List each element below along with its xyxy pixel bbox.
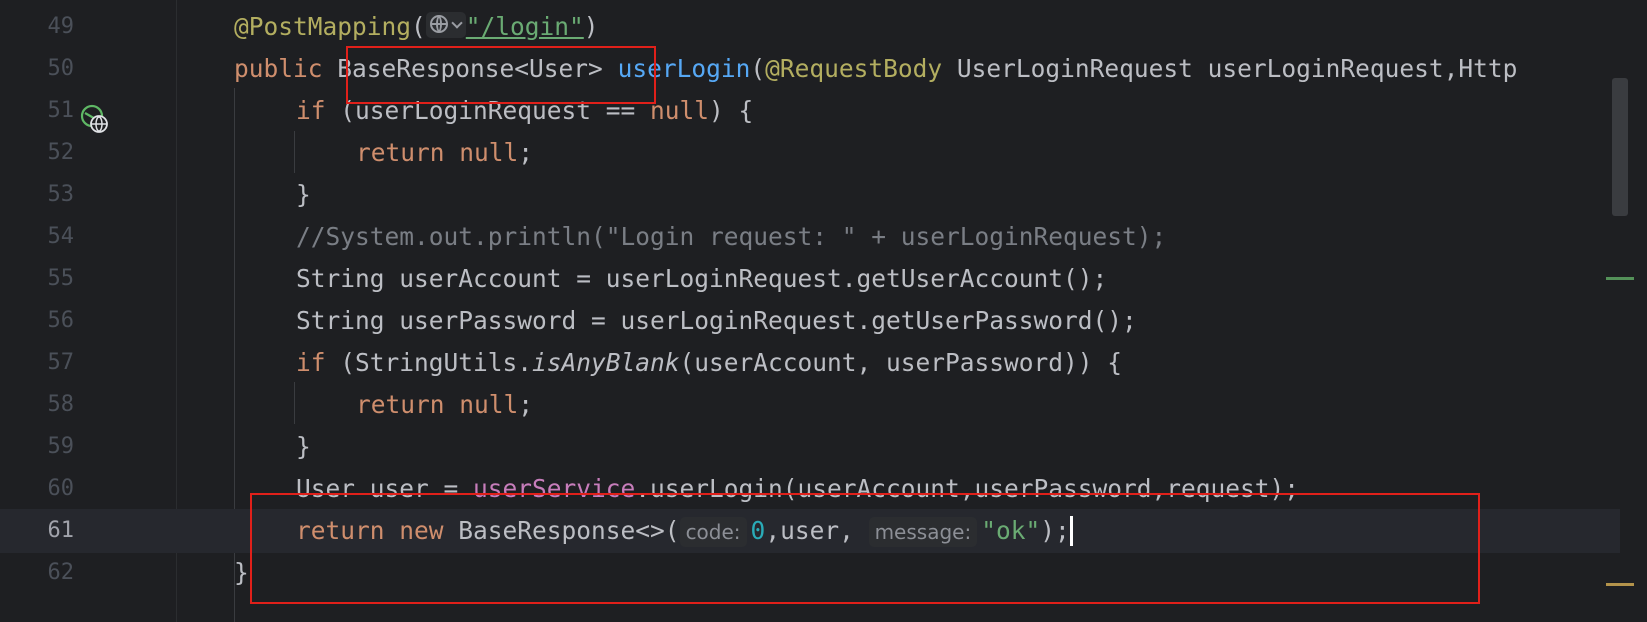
line-number: 49 — [47, 14, 75, 39]
line-number: 56 — [47, 308, 75, 333]
code-text[interactable]: public BaseResponse<User> userLogin(@Req… — [234, 54, 1517, 84]
method-name: userLogin — [617, 54, 751, 83]
code-line[interactable]: 53 } — [0, 173, 1620, 217]
code-text[interactable]: } — [296, 432, 311, 462]
code-comment[interactable]: //System.out.println("Login request: " +… — [296, 222, 1166, 252]
code-line[interactable]: 54 //System.out.println("Login request: … — [0, 215, 1620, 259]
globe-icon[interactable] — [425, 12, 466, 38]
current-code-line[interactable]: 61 return new BaseResponse<>(code: 0,user… — [0, 509, 1620, 553]
vertical-scrollbar[interactable] — [1612, 78, 1628, 216]
code-line[interactable]: 55 String userAccount = userLoginRequest… — [0, 257, 1620, 301]
warning-marker[interactable] — [1606, 583, 1634, 586]
code-line[interactable]: 49 @PostMapping("/login") — [0, 5, 1620, 49]
line-number: 62 — [47, 560, 75, 585]
line-number: 61 — [47, 518, 75, 543]
line-number: 51 — [47, 98, 75, 123]
code-line[interactable]: 58 return null; — [0, 383, 1620, 427]
line-number: 59 — [47, 434, 75, 459]
code-line[interactable]: 59 } — [0, 425, 1620, 469]
code-text[interactable]: return new BaseResponse<>(code: 0,user, m… — [296, 516, 1073, 547]
code-text[interactable]: } — [234, 558, 249, 588]
code-text[interactable]: String userPassword = userLoginRequest.g… — [296, 306, 1137, 336]
code-line[interactable]: 51 if (userLoginRequest == null) { — [0, 89, 1620, 133]
line-number: 50 — [47, 56, 75, 81]
code-text[interactable]: return null; — [356, 390, 533, 420]
parameter-hint: message: — [868, 517, 978, 547]
code-line[interactable]: 56 String userPassword = userLoginReques… — [0, 299, 1620, 343]
text-cursor — [1069, 516, 1073, 546]
line-number: 57 — [47, 350, 75, 375]
line-number: 52 — [47, 140, 75, 165]
code-text[interactable]: } — [296, 180, 311, 210]
line-number: 60 — [47, 476, 75, 501]
code-text[interactable]: @PostMapping("/login") — [234, 12, 599, 42]
line-number: 58 — [47, 392, 75, 417]
code-text[interactable]: User user = userService.userLogin(userAc… — [296, 474, 1299, 504]
code-line[interactable]: 60 User user = userService.userLogin(use… — [0, 467, 1620, 511]
code-text[interactable]: if (userLoginRequest == null) { — [296, 96, 753, 126]
code-text[interactable]: if (StringUtils.isAnyBlank(userAccount, … — [296, 348, 1122, 378]
code-line[interactable]: 50 public BaseResponse<User> userLogin(@… — [0, 47, 1620, 133]
return-type: BaseResponse<User> — [337, 54, 603, 83]
change-marker[interactable] — [1606, 277, 1634, 280]
parameter-hint: code: — [679, 517, 747, 547]
code-line[interactable]: 57 if (StringUtils.isAnyBlank(userAccoun… — [0, 341, 1620, 385]
url-path-link[interactable]: "/login" — [466, 12, 584, 41]
line-number: 55 — [47, 266, 75, 291]
code-editor[interactable]: 49 @PostMapping("/login") 50 public Base… — [0, 0, 1647, 622]
chevron-down-icon — [451, 17, 463, 29]
annotation-token: @PostMapping — [234, 12, 412, 41]
code-line[interactable]: 52 return null; — [0, 131, 1620, 175]
code-text[interactable]: String userAccount = userLoginRequest.ge… — [296, 264, 1107, 294]
code-line[interactable]: 62 } — [0, 551, 1620, 595]
code-text[interactable]: return null; — [356, 138, 533, 168]
line-number: 54 — [47, 224, 75, 249]
line-number: 53 — [47, 182, 75, 207]
